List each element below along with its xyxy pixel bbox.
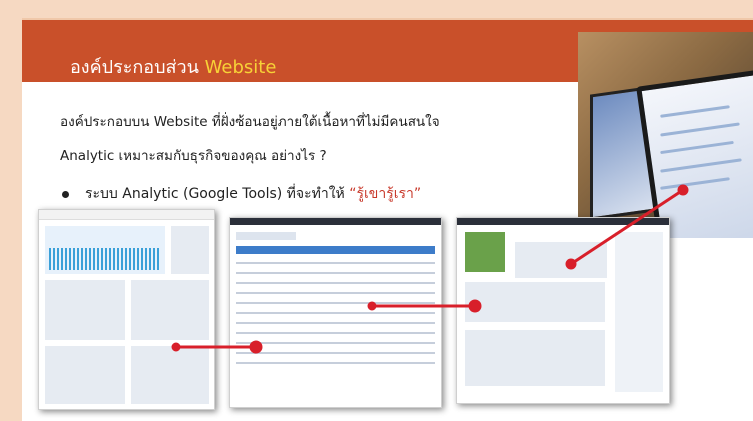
connector-lines — [171, 184, 689, 354]
